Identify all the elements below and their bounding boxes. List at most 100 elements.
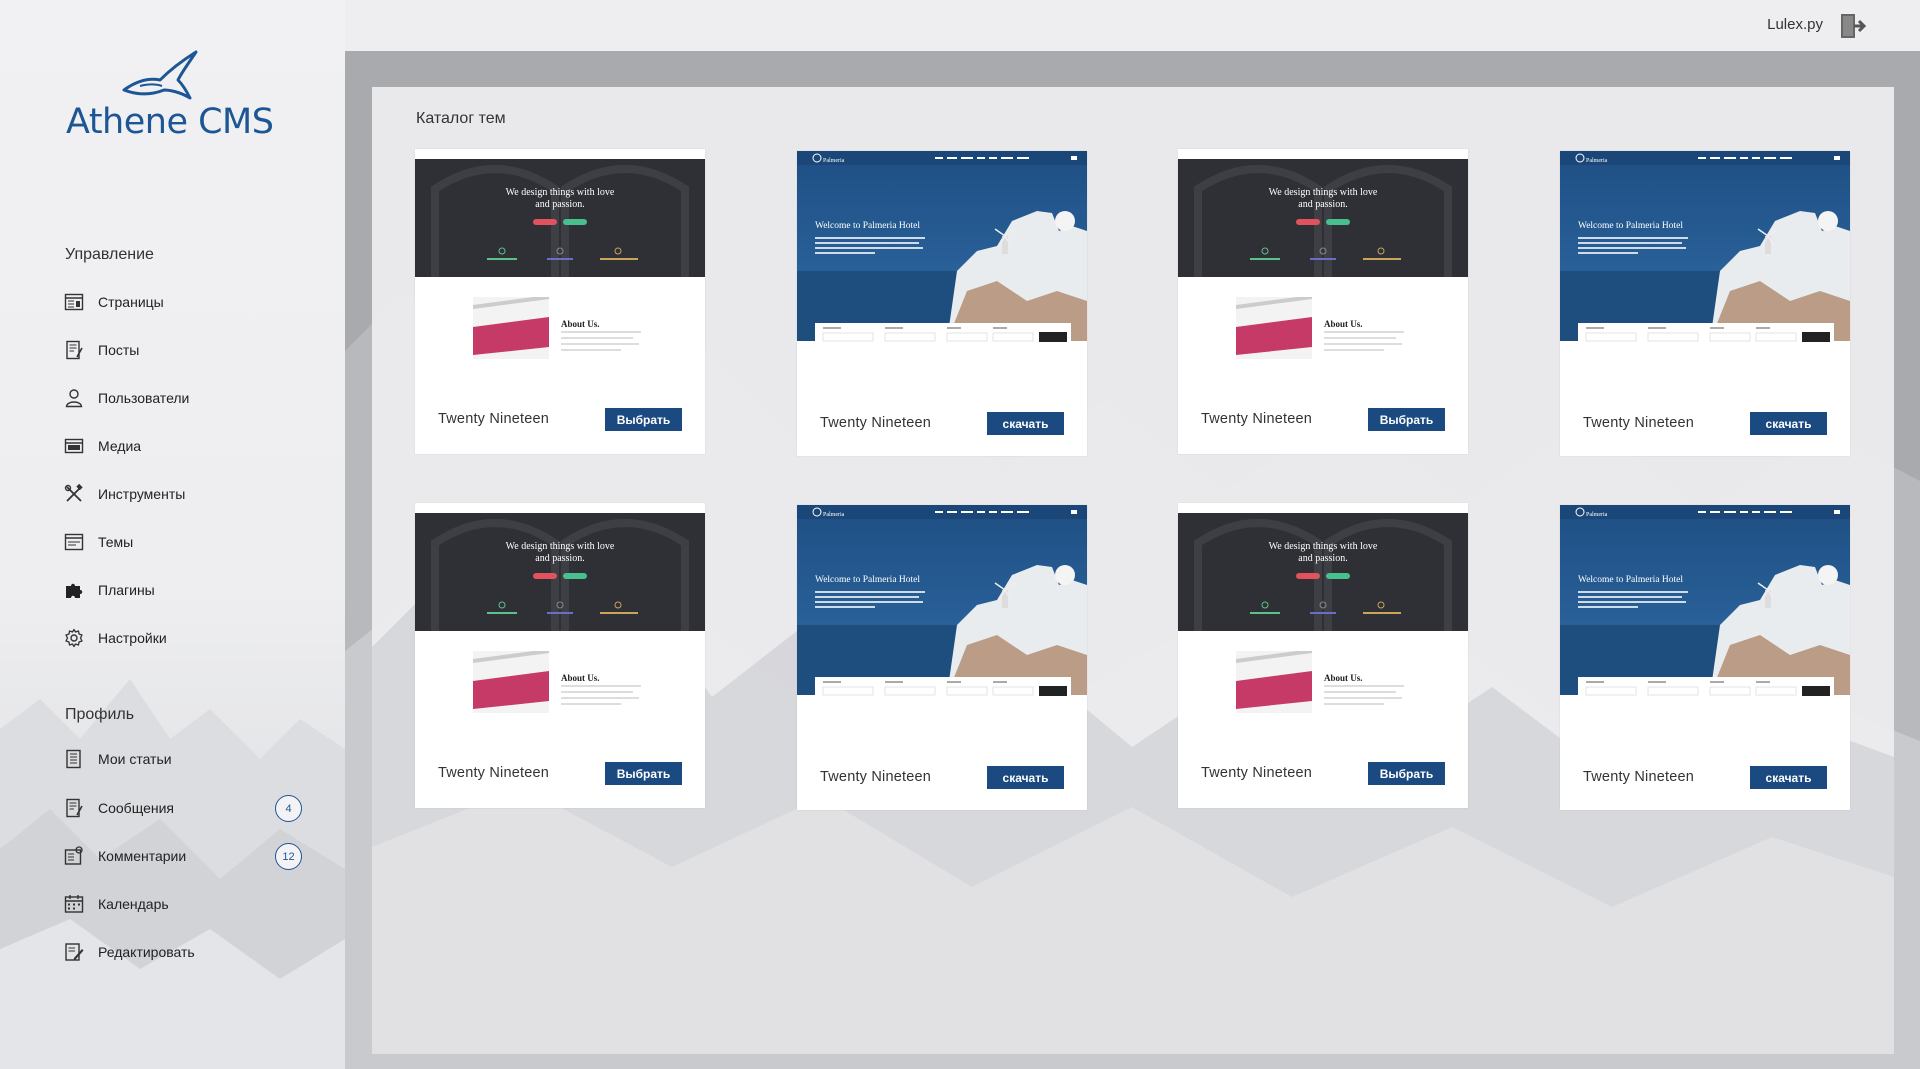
pages-icon: [64, 293, 84, 311]
download-theme-button[interactable]: скачать: [1750, 412, 1827, 435]
theme-preview-thumbnail[interactable]: We design things with love and passion. Ab…: [1178, 149, 1468, 359]
select-theme-button[interactable]: Выбрать: [1368, 762, 1445, 785]
theme-card[interactable]: We design things with love and passion. Ab…: [1178, 149, 1468, 454]
edit-icon: [65, 943, 84, 961]
thumb-about-heading: About Us.: [1324, 319, 1363, 329]
theme-preview-thumbnail[interactable]: Palmeria Welcome to Palmeria Hotel: [1560, 151, 1850, 361]
brand-name: Athene CMS: [66, 102, 274, 142]
user-icon: [65, 389, 83, 408]
gear-icon: [65, 628, 83, 648]
thumb-about-heading: About Us.: [1324, 673, 1363, 683]
sidebar: Athene CMS Управление Страницы Посты Пол…: [0, 0, 345, 1069]
puzzle-icon: [66, 583, 83, 598]
messages-count-badge: 4: [275, 795, 302, 822]
thumb-title: Welcome to Palmeria Hotel: [1578, 221, 1684, 231]
top-bar: Lulex.py: [345, 0, 1920, 51]
theme-card[interactable]: Palmeria Welcome to Palmeria Hotel Twenty …: [1560, 151, 1850, 456]
thumb-heading-line: and passion.: [535, 553, 585, 564]
thumb-brand: Palmeria: [823, 158, 845, 164]
theme-preview-thumbnail[interactable]: We design things with love and passion. Ab…: [1178, 503, 1468, 713]
media-icon: [64, 438, 84, 454]
sidebar-item-media[interactable]: Медиа: [64, 432, 314, 460]
theme-catalog-panel: Каталог тем We design things with love an…: [372, 87, 1894, 1054]
sidebar-item-label: Сообщения: [98, 800, 174, 816]
select-theme-button[interactable]: Выбрать: [605, 762, 682, 785]
theme-preview-thumbnail[interactable]: We design things with love and passion. Ab…: [415, 149, 705, 359]
thumb-brand: Palmeria: [1586, 512, 1608, 518]
thumb-heading-line: We design things with love: [1268, 541, 1378, 552]
articles-icon: [66, 749, 81, 769]
thumb-heading-line: We design things with love: [505, 541, 615, 552]
theme-preview-thumbnail[interactable]: We design things with love and passion. Ab…: [415, 503, 705, 713]
sidebar-item-label: Комментарии: [98, 848, 187, 864]
sidebar-item-label: Редактировать: [98, 944, 195, 960]
logo[interactable]: Athene CMS: [64, 50, 274, 145]
thumb-title: Welcome to Palmeria Hotel: [1578, 575, 1684, 585]
thumb-brand: Palmeria: [1586, 158, 1608, 164]
thumb-heading-line: and passion.: [535, 199, 585, 210]
thumb-heading-line: We design things with love: [505, 187, 615, 198]
theme-name: Twenty Nineteen: [820, 769, 932, 785]
sidebar-item-label: Страницы: [98, 294, 164, 310]
calendar-icon: [64, 895, 84, 913]
theme-name: Twenty Nineteen: [1583, 769, 1695, 785]
sidebar-item-plugins[interactable]: Плагины: [64, 576, 314, 604]
thumb-about-heading: About Us.: [561, 319, 600, 329]
theme-card[interactable]: We design things with love and passion. Ab…: [415, 503, 705, 808]
thumb-brand: Palmeria: [823, 512, 845, 518]
theme-name: Twenty Nineteen: [820, 415, 932, 431]
thumb-heading: We design things with love and passion.: [1178, 187, 1468, 211]
thumb-heading: We design things with love and passion.: [415, 187, 705, 211]
thumb-heading-line: and passion.: [1298, 199, 1348, 210]
sidebar-item-label: Темы: [98, 534, 134, 550]
sidebar-item-posts[interactable]: Посты: [64, 336, 314, 364]
themes-icon: [64, 533, 84, 551]
sidebar-item-label: Инструменты: [98, 486, 186, 502]
theme-preview-thumbnail[interactable]: Palmeria Welcome to Palmeria Hotel: [1560, 505, 1850, 715]
select-theme-button[interactable]: Выбрать: [605, 408, 682, 431]
download-theme-button[interactable]: скачать: [1750, 766, 1827, 789]
sidebar-item-edit[interactable]: Редактировать: [64, 938, 314, 966]
sidebar-item-pages[interactable]: Страницы: [64, 288, 314, 316]
sidebar-item-settings[interactable]: Настройки: [64, 624, 314, 652]
theme-preview-thumbnail[interactable]: Palmeria Welcome to Palmeria Hotel: [797, 505, 1087, 715]
sidebar-item-label: Настройки: [98, 630, 167, 646]
theme-card[interactable]: We design things with love and passion. Ab…: [415, 149, 705, 454]
sidebar-item-label: Мои статьи: [98, 751, 172, 767]
sidebar-item-users[interactable]: Пользователи: [64, 384, 314, 412]
theme-name: Twenty Nineteen: [438, 411, 550, 427]
sidebar-item-label: Календарь: [98, 896, 169, 912]
sidebar-item-calendar[interactable]: Календарь: [64, 890, 314, 918]
messages-icon: [66, 798, 83, 818]
bird-logo-icon: [122, 50, 198, 100]
download-theme-button[interactable]: скачать: [987, 412, 1064, 435]
thumb-title: Welcome to Palmeria Hotel: [815, 575, 921, 585]
theme-name: Twenty Nineteen: [438, 765, 550, 781]
sidebar-item-tools[interactable]: Инструменты: [64, 480, 314, 508]
theme-preview-thumbnail[interactable]: Palmeria Welcome to Palmeria Hotel: [797, 151, 1087, 361]
download-theme-button[interactable]: скачать: [987, 766, 1064, 789]
theme-name: Twenty Nineteen: [1583, 415, 1695, 431]
theme-card[interactable]: Palmeria Welcome to Palmeria Hotel Twenty …: [797, 151, 1087, 456]
user-name[interactable]: Lulex.py: [1767, 16, 1823, 33]
theme-card[interactable]: Palmeria Welcome to Palmeria Hotel Twenty …: [1560, 505, 1850, 810]
sidebar-item-label: Посты: [98, 342, 140, 358]
sidebar-item-label: Медиа: [98, 438, 142, 454]
main-area: Каталог тем We design things with love an…: [345, 51, 1920, 1069]
catalog-title: Каталог тем: [416, 110, 506, 127]
theme-card[interactable]: Palmeria Welcome to Palmeria Hotel Twenty …: [797, 505, 1087, 810]
thumb-heading: We design things with love and passion.: [415, 541, 705, 565]
select-theme-button[interactable]: Выбрать: [1368, 408, 1445, 431]
theme-name: Twenty Nineteen: [1201, 411, 1313, 427]
sidebar-item-themes[interactable]: Темы: [64, 528, 314, 556]
logout-icon[interactable]: [1839, 13, 1867, 39]
theme-name: Twenty Nineteen: [1201, 765, 1313, 781]
tools-icon: [64, 484, 83, 502]
sidebar-item-label: Пользователи: [98, 390, 190, 406]
mountain-background: [0, 679, 345, 1069]
thumb-about-heading: About Us.: [561, 673, 600, 683]
comments-icon: [64, 846, 83, 865]
sidebar-item-my-articles[interactable]: Мои статьи: [64, 745, 314, 773]
management-section-title: Управление: [65, 246, 154, 263]
theme-card[interactable]: We design things with love and passion. Ab…: [1178, 503, 1468, 808]
